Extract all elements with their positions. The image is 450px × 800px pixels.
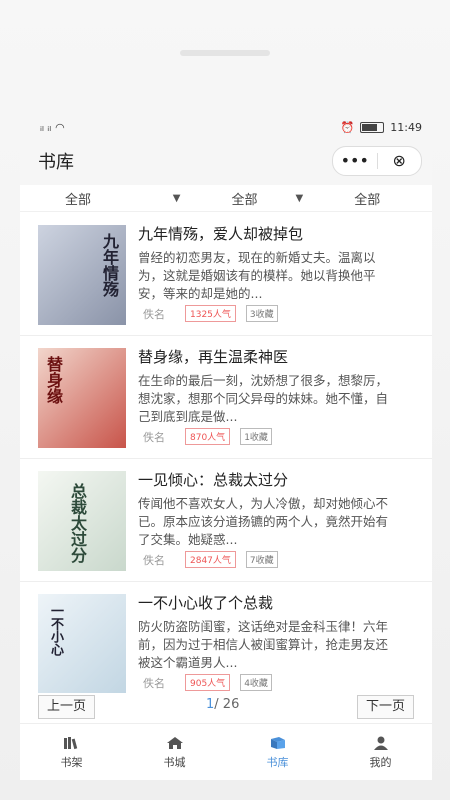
cover-title: 一不小心 xyxy=(48,604,63,656)
filter-dropdown-3[interactable]: 全部 xyxy=(309,189,432,208)
book-author: 佚名 xyxy=(143,676,165,690)
pagination: 上一页 1/ 26 下一页 xyxy=(20,693,432,723)
filter-dropdown-2[interactable]: 全部 ▼ xyxy=(186,189,309,208)
next-page-button[interactable]: 下一页 xyxy=(356,695,414,719)
favorites-badge: 4收藏 xyxy=(240,674,272,691)
book-description: 在生命的最后一刻，沈娇想了很多，想黎厉，想沈家，想那个同父异母的妹妹。她不懂，自… xyxy=(138,373,389,424)
favorites-badge: 1收藏 xyxy=(240,428,272,445)
book-item[interactable]: 总裁太过分 一见倾心：总裁太过分 传闻他不喜欢女人，为人冷傲，却对她倾心不已。原… xyxy=(20,459,432,582)
page-title: 书库 xyxy=(38,152,74,173)
battery-icon xyxy=(360,121,385,133)
book-cover: 总裁太过分 xyxy=(38,471,126,571)
books-icon xyxy=(63,737,77,750)
cover-title: 九年情殇 xyxy=(100,233,119,297)
caret-down-icon: ▼ xyxy=(295,192,304,204)
book-item[interactable]: 替身缘 替身缘，再生温柔神医 在生命的最后一刻，沈娇想了很多，想黎厉，想沈家，想… xyxy=(20,336,432,459)
book-cover: 一不小心 xyxy=(38,594,126,694)
book-item[interactable]: 一不小心 一不小心收了个总裁 防火防盗防闺蜜，这话绝对是金科玉律！六年前，因为过… xyxy=(20,582,432,705)
book-title: 一见倾心：总裁太过分 xyxy=(138,471,289,489)
clock: 11:49 xyxy=(390,120,422,134)
cover-title: 总裁太过分 xyxy=(68,483,87,563)
tab-library[interactable]: 书库 xyxy=(226,724,329,780)
tab-bookshelf[interactable]: 书架 xyxy=(20,724,123,780)
app-screen: ᵢₗ ᵢₗ ◠ ⏰ 11:49 书库 ••• ⊗ 全部 ▼ 全部 ▼ 全部 九年… xyxy=(20,117,432,780)
page-indicator: 1/ 26 xyxy=(206,697,240,712)
library-icon xyxy=(270,737,285,749)
signal-icon: ᵢₗ ᵢₗ xyxy=(40,120,52,134)
book-author: 佚名 xyxy=(143,430,165,444)
cover-title: 替身缘 xyxy=(44,356,63,404)
book-description: 防火防盗防闺蜜，这话绝对是金科玉律！六年前，因为过于相信人被闺蜜算计，抢走男友还… xyxy=(138,619,389,670)
bottom-tab-bar: 书架 书城 书库 我的 xyxy=(20,723,432,780)
prev-page-button[interactable]: 上一页 xyxy=(38,695,96,719)
more-menu-button[interactable]: ••• xyxy=(333,147,377,175)
popularity-badge: 905人气 xyxy=(185,674,231,691)
popularity-badge: 870人气 xyxy=(185,428,231,445)
phone-speaker xyxy=(180,50,270,56)
book-cover: 替身缘 xyxy=(38,348,126,448)
tab-bookstore[interactable]: 书城 xyxy=(123,724,226,780)
book-title: 一不小心收了个总裁 xyxy=(138,594,274,612)
favorites-badge: 3收藏 xyxy=(245,305,278,322)
book-list: 九年情殇 九年情殇，爱人却被掉包 曾经的初恋男友，现在的新婚丈夫。温离以为，这就… xyxy=(20,213,432,705)
popularity-badge: 2847人气 xyxy=(185,551,236,568)
book-author: 佚名 xyxy=(143,307,165,321)
book-description: 传闻他不喜欢女人，为人冷傲，却对她倾心不已。原本应该分道扬镳的两个人，竟然开始有… xyxy=(138,496,389,547)
filter-bar: 全部 ▼ 全部 ▼ 全部 xyxy=(20,185,432,212)
alarm-icon: ⏰ xyxy=(340,120,355,134)
wifi-icon: ◠ xyxy=(55,120,65,134)
book-title: 替身缘，再生温柔神医 xyxy=(138,348,289,366)
app-header: 书库 ••• ⊗ xyxy=(20,137,432,185)
book-cover: 九年情殇 xyxy=(38,225,126,325)
book-title: 九年情殇，爱人却被掉包 xyxy=(138,225,304,243)
book-description: 曾经的初恋男友，现在的新婚丈夫。温离以为，这就是婚姻该有的模样。她以背换他平安，… xyxy=(138,250,376,301)
favorites-badge: 7收藏 xyxy=(245,551,278,568)
book-author: 佚名 xyxy=(143,553,165,567)
status-bar: ᵢₗ ᵢₗ ◠ ⏰ 11:49 xyxy=(20,117,432,137)
caret-down-icon: ▼ xyxy=(172,192,181,204)
mini-program-capsule: ••• ⊗ xyxy=(332,146,422,176)
close-button[interactable]: ⊗ xyxy=(378,147,422,175)
popularity-badge: 1325人气 xyxy=(185,305,236,322)
book-item[interactable]: 九年情殇 九年情殇，爱人却被掉包 曾经的初恋男友，现在的新婚丈夫。温离以为，这就… xyxy=(20,213,432,336)
signal-icons: ᵢₗ ᵢₗ ◠ xyxy=(40,121,65,134)
user-icon xyxy=(373,736,388,750)
tab-mine[interactable]: 我的 xyxy=(329,724,432,780)
filter-dropdown-1[interactable]: 全部 ▼ xyxy=(20,189,186,208)
home-icon xyxy=(166,737,183,749)
